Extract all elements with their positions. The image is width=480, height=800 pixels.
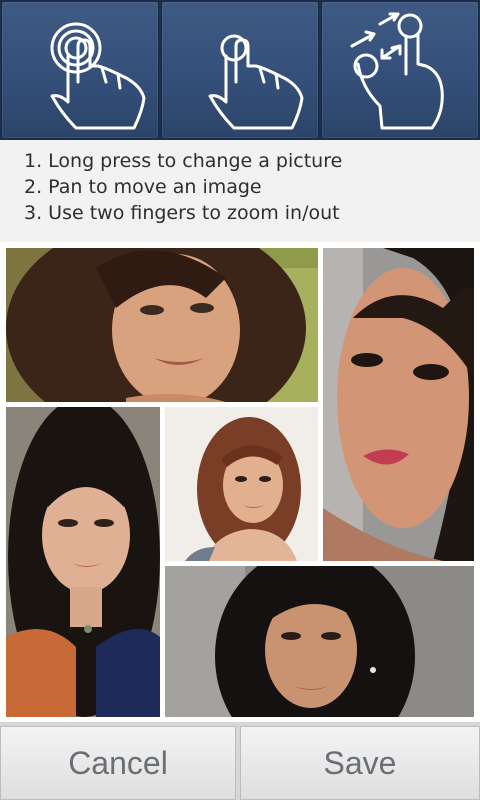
- photo-woman-long-dark-hair: [6, 407, 160, 717]
- photo-woman-smiling-outdoors: [6, 248, 318, 402]
- photo-woman-portrait-light-background: [165, 407, 318, 561]
- photo-cell-5[interactable]: [165, 566, 474, 717]
- photo-collage: [0, 242, 480, 722]
- gesture-hint-bar: [0, 0, 480, 140]
- pinch-zoom-icon: [350, 12, 444, 130]
- photo-cell-3[interactable]: [6, 407, 160, 717]
- long-press-icon: [50, 22, 146, 130]
- instruction-3: 3. Use two fingers to zoom in/out: [24, 202, 340, 224]
- instruction-1: 1. Long press to change a picture: [24, 150, 343, 172]
- instruction-2: 2. Pan to move an image: [24, 176, 262, 198]
- photo-cell-2[interactable]: [323, 248, 474, 561]
- save-button[interactable]: Save: [240, 726, 480, 800]
- photo-woman-smiling-gray-background: [165, 566, 474, 717]
- instructions-panel: 1. Long press to change a picture 2. Pan…: [0, 140, 480, 242]
- action-bar: Cancel Save: [0, 722, 480, 800]
- photo-cell-4[interactable]: [165, 407, 318, 561]
- long-press-tile: [2, 2, 158, 138]
- cancel-button[interactable]: Cancel: [0, 726, 236, 800]
- photo-cell-1[interactable]: [6, 248, 318, 402]
- pinch-zoom-tile: [322, 2, 478, 138]
- pan-tile: [162, 2, 318, 138]
- pan-icon: [208, 34, 304, 130]
- photo-woman-closeup-profile: [323, 248, 474, 561]
